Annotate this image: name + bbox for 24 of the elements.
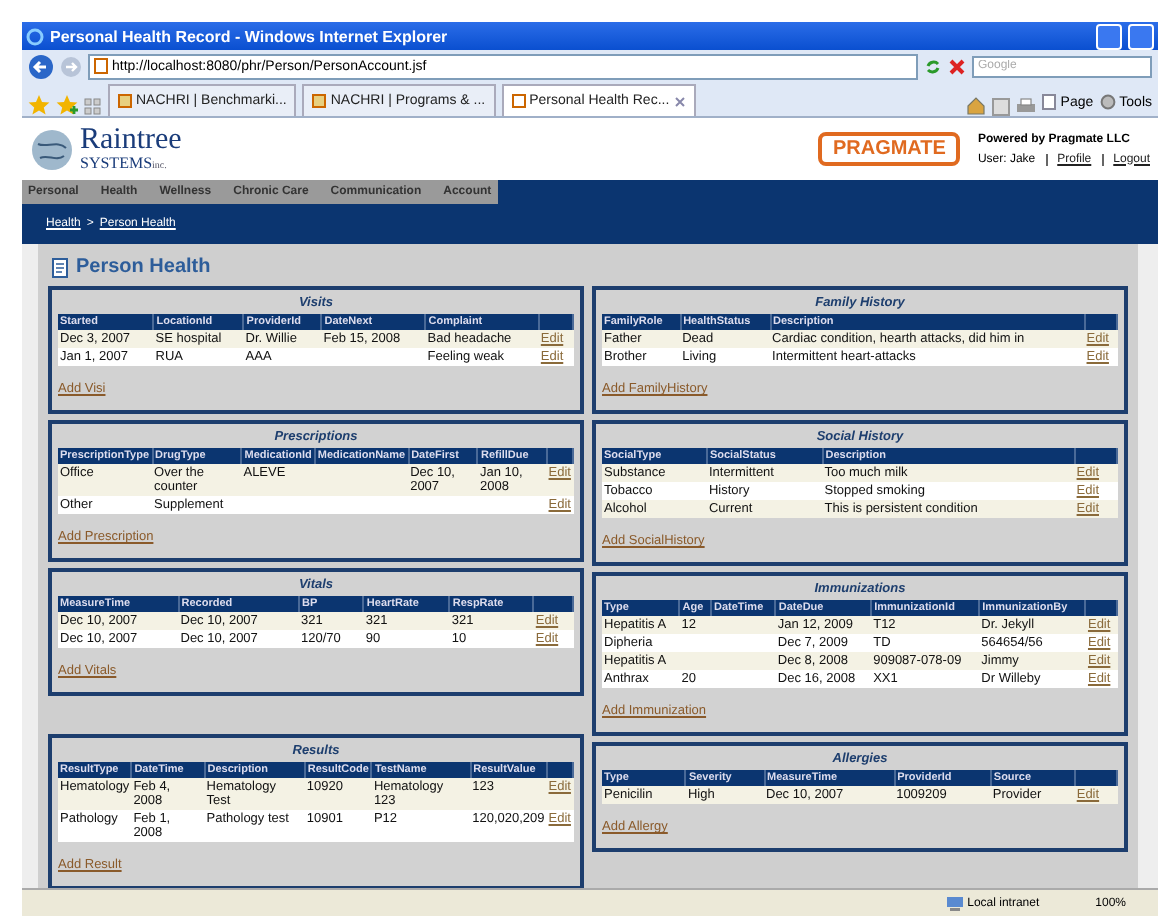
print-icon[interactable] — [1016, 98, 1037, 116]
network-icon — [945, 895, 964, 911]
browser-logo-icon — [26, 27, 44, 45]
site-icon — [511, 94, 526, 108]
add-favorite-icon[interactable] — [56, 94, 78, 116]
star-icon[interactable] — [28, 94, 50, 116]
maximize-button[interactable] — [1128, 23, 1154, 49]
page-icon — [94, 58, 108, 74]
close-icon[interactable] — [948, 57, 966, 75]
quick-tabs-icon[interactable] — [84, 98, 102, 116]
document-icon — [52, 257, 70, 277]
page-title: Person Health — [76, 256, 211, 278]
refresh-icon[interactable] — [924, 57, 942, 75]
page-icon — [1042, 94, 1057, 110]
site-icon — [312, 94, 327, 108]
minimize-button[interactable] — [1096, 23, 1122, 49]
back-icon[interactable] — [28, 53, 54, 79]
forward-icon[interactable] — [60, 55, 82, 77]
window-title: Personal Health Record - Windows Internet Explorer — [50, 27, 450, 45]
globe-icon — [30, 127, 74, 171]
tab-close-icon[interactable] — [673, 95, 686, 107]
site-icon — [118, 94, 132, 108]
partner-logo: PRAGMATE — [818, 132, 960, 166]
logo-name: Raintree — [80, 127, 182, 153]
